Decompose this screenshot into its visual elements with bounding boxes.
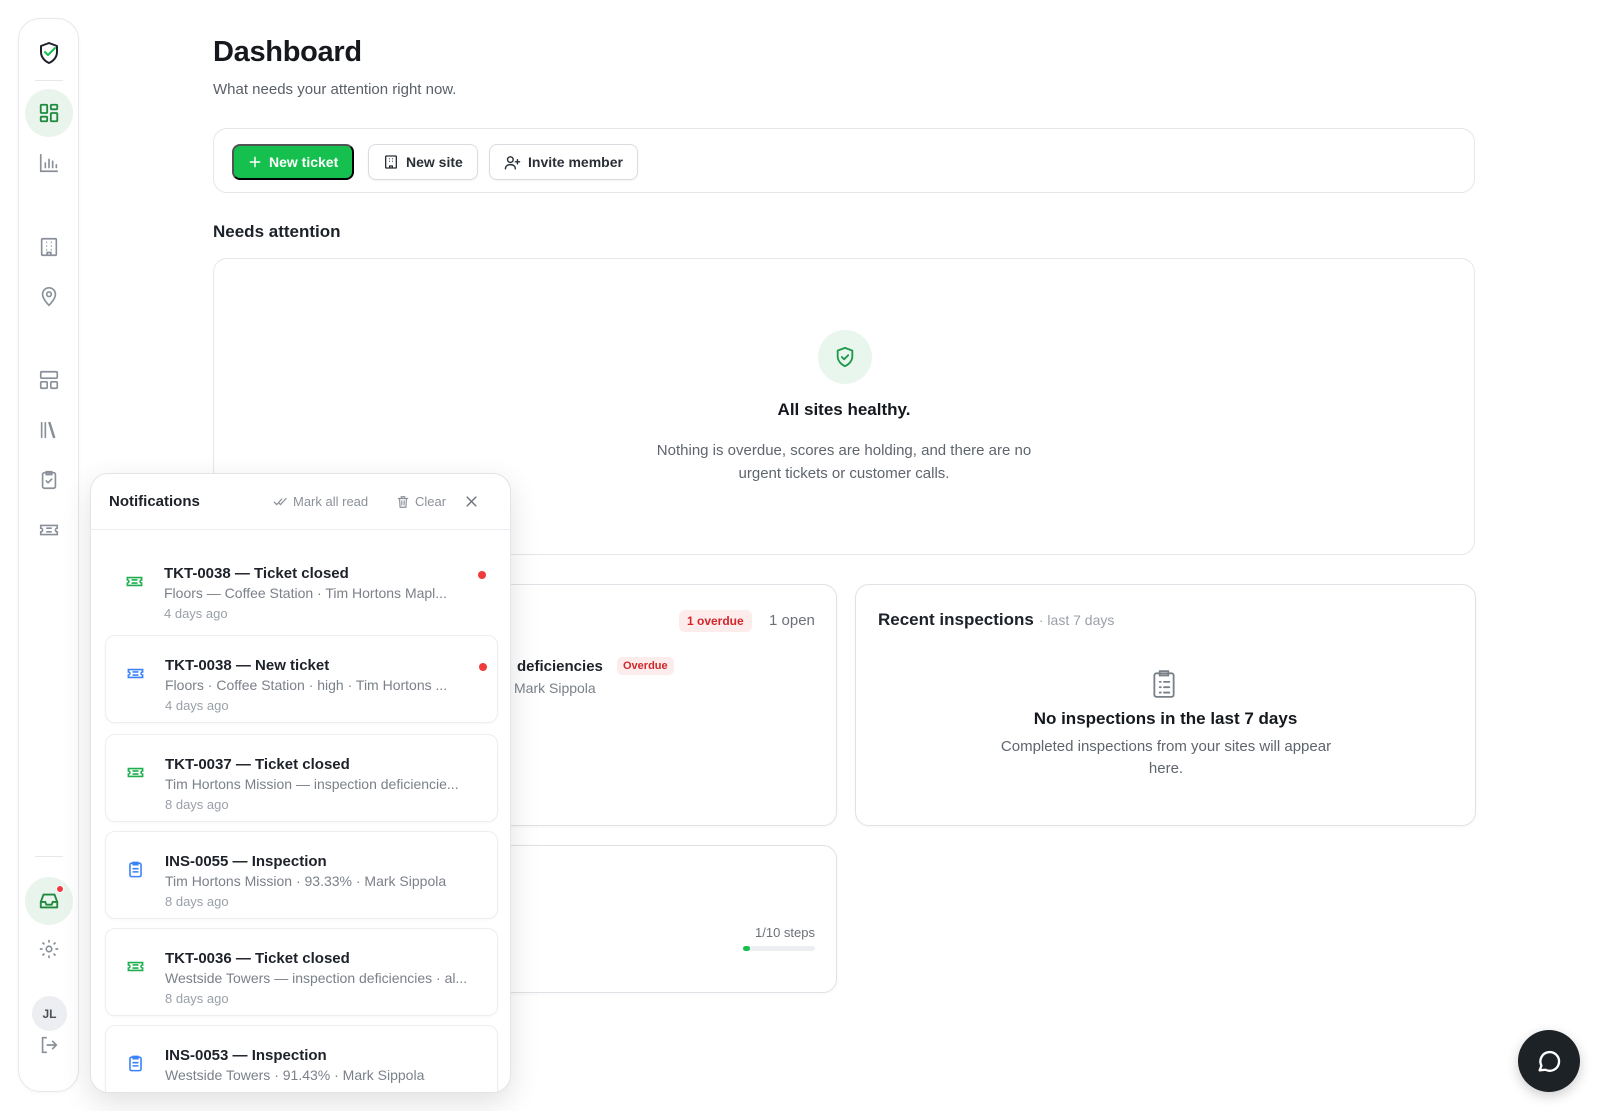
logo-icon[interactable] [25, 29, 73, 77]
open-count: 1 open [769, 612, 815, 629]
ticket-icon[interactable] [25, 506, 73, 554]
chat-button[interactable] [1518, 1030, 1580, 1092]
notification-subtitle: Floors · Coffee Station · high · Tim Hor… [165, 677, 448, 693]
clipboard-icon [1151, 669, 1177, 699]
notification-item[interactable]: INS-0053 — Inspection Westside Towers · 9… [105, 1025, 498, 1092]
notification-title: TKT-0038 — Ticket closed [164, 565, 349, 582]
ticket-icon [126, 664, 145, 683]
healthy-title: All sites healthy. [777, 400, 911, 419]
trash-icon [397, 495, 409, 508]
mark-all-read-label: Mark all read [293, 494, 369, 509]
sidebar-divider [35, 856, 63, 857]
close-icon[interactable] [464, 494, 479, 509]
needs-attention-heading: Needs attention [213, 222, 341, 241]
double-check-icon [273, 497, 287, 506]
notification-title: INS-0053 — Inspection [165, 1047, 327, 1064]
overdue-tag: Overdue [617, 657, 674, 675]
library-icon[interactable] [25, 406, 73, 454]
plus-icon [249, 156, 261, 168]
analytics-icon[interactable] [25, 139, 73, 187]
notifications-title: Notifications [109, 493, 200, 510]
notification-title: TKT-0038 — New ticket [165, 657, 330, 674]
notification-title: TKT-0037 — Ticket closed [165, 756, 350, 773]
unread-badge [56, 885, 64, 893]
logout-icon[interactable] [25, 1021, 73, 1069]
notification-item[interactable]: TKT-0038 — New ticket Floors · Coffee Sta… [105, 635, 498, 723]
building-icon [385, 155, 397, 169]
mark-all-read-button[interactable]: Mark all read [273, 494, 368, 509]
dashboard-icon[interactable] [25, 89, 73, 137]
location-pin-icon[interactable] [25, 273, 73, 321]
notification-subtitle: Tim Hortons Mission · 93.33% · Mark Sipp… [165, 873, 447, 889]
steps-count: 1/10 steps [755, 925, 815, 940]
notification-item[interactable]: TKT-0038 — Ticket closed Floors — Coffee … [105, 544, 498, 626]
notification-subtitle: Westside Towers · 91.43% · Mark Sippola [165, 1067, 425, 1083]
ticket-row-title[interactable]: deficiencies [517, 658, 603, 675]
unread-dot [478, 571, 486, 579]
ticket-icon [125, 572, 144, 591]
unread-dot [479, 663, 487, 671]
chat-bubble-icon [1538, 1050, 1561, 1072]
steps-progress-track [743, 946, 815, 951]
healthy-description: Nothing is overdue, scores are holding, … [656, 442, 1032, 482]
sidebar: JL [18, 18, 79, 1092]
ticket-icon [126, 763, 145, 782]
invite-member-label: Invite member [528, 154, 623, 170]
clear-button[interactable]: Clear [396, 494, 446, 509]
overdue-badge: 1 overdue [679, 610, 752, 632]
steps-progress-fill [743, 946, 751, 951]
ticket-icon [126, 957, 145, 976]
clipboard-icon [126, 1054, 145, 1073]
shield-check-icon [818, 330, 872, 384]
page-subtitle: What needs your attention right now. [213, 81, 457, 98]
inspections-period: · last 7 days [1038, 612, 1115, 628]
inspections-title: Recent inspections · last 7 days [878, 610, 1115, 629]
notification-time: 4 days ago [164, 606, 228, 621]
quick-actions-bar: New ticket New site Invite member [213, 128, 1475, 193]
notification-subtitle: Floors — Coffee Station · Tim Hortons Ma… [164, 585, 447, 601]
notification-subtitle: Tim Hortons Mission — inspection deficie… [165, 776, 459, 792]
invite-member-button[interactable]: Invite member [489, 144, 638, 180]
inbox-icon[interactable] [25, 877, 73, 925]
recent-inspections-card: Recent inspections · last 7 days No inspe… [855, 584, 1476, 826]
ticket-row-assignee: Mark Sippola [514, 680, 596, 696]
new-site-label: New site [406, 154, 463, 170]
clear-label: Clear [415, 494, 447, 509]
notifications-panel: Notifications Mark all read Clear TKT-00… [90, 473, 511, 1093]
settings-gear-icon[interactable] [25, 925, 73, 973]
new-ticket-button[interactable]: New ticket [232, 144, 355, 180]
notification-time: 4 days ago [165, 698, 229, 713]
notification-subtitle: Westside Towers — inspection deficiencie… [165, 970, 468, 986]
notification-item[interactable]: TKT-0036 — Ticket closed Westside Towers … [105, 928, 498, 1016]
notifications-header: Notifications Mark all read Clear [91, 474, 510, 530]
inspections-empty-title: No inspections in the last 7 days [1033, 709, 1298, 728]
inspections-empty-description: Completed inspections from your sites wi… [1000, 738, 1332, 777]
notification-item[interactable]: INS-0055 — Inspection Tim Hortons Mission… [105, 831, 498, 919]
page-title: Dashboard [213, 36, 362, 68]
notification-title: TKT-0036 — Ticket closed [165, 950, 350, 967]
clipboard-check-icon[interactable] [25, 456, 73, 504]
notification-item[interactable]: TKT-0037 — Ticket closed Tim Hortons Miss… [105, 734, 498, 822]
notification-title: INS-0055 — Inspection [165, 853, 327, 870]
layout-icon[interactable] [25, 356, 73, 404]
new-ticket-label: New ticket [269, 154, 339, 170]
notification-time: 8 days ago [165, 894, 229, 909]
user-plus-icon [504, 155, 521, 170]
notification-time: 8 days ago [165, 797, 229, 812]
notification-time: 8 days ago [165, 991, 229, 1006]
new-site-button[interactable]: New site [368, 144, 478, 180]
clipboard-icon [126, 860, 145, 879]
building-icon[interactable] [25, 223, 73, 271]
sidebar-divider [35, 80, 63, 81]
